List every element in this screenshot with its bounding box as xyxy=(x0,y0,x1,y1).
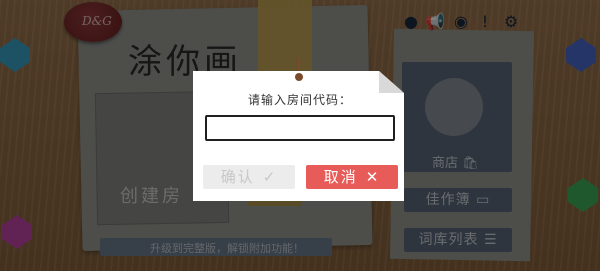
confirm-button[interactable]: 确认 ✓ xyxy=(203,165,295,189)
cancel-button[interactable]: 取消 ✕ xyxy=(306,165,398,189)
check-icon: ✓ xyxy=(262,168,278,186)
dialog-title: 请输入房间代码： xyxy=(247,93,352,107)
dialog-pin xyxy=(295,73,303,81)
close-icon: ✕ xyxy=(365,168,381,186)
room-code-input[interactable] xyxy=(205,115,395,141)
